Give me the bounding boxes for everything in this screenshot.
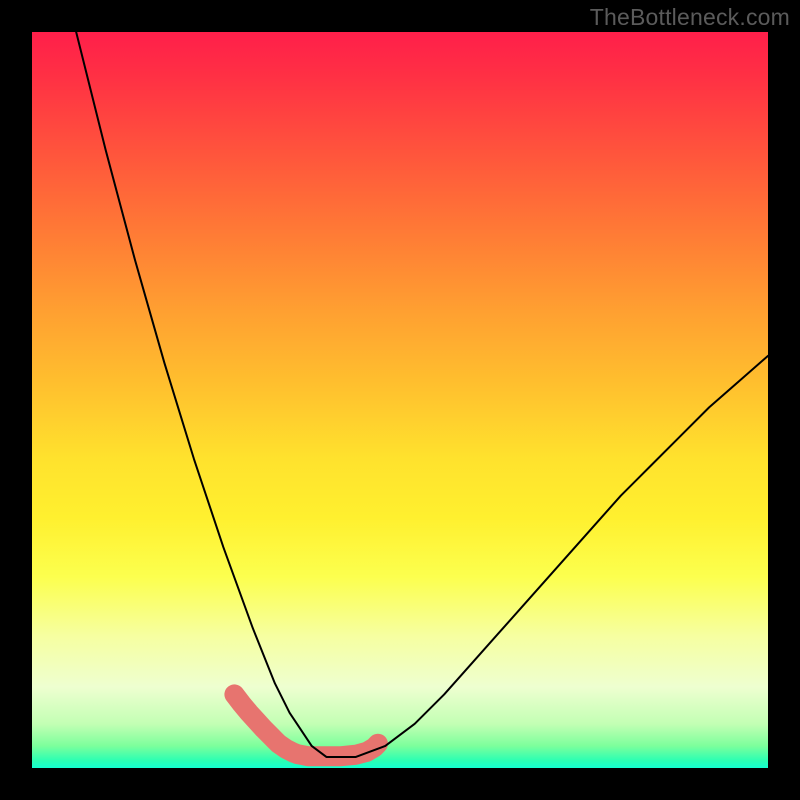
chart-frame: TheBottleneck.com bbox=[0, 0, 800, 800]
chart-svg bbox=[32, 32, 768, 768]
series-highlight-band bbox=[234, 694, 378, 756]
chart-plot-area bbox=[32, 32, 768, 768]
series-bottleneck-curve bbox=[76, 32, 768, 757]
watermark-text: TheBottleneck.com bbox=[590, 4, 790, 31]
